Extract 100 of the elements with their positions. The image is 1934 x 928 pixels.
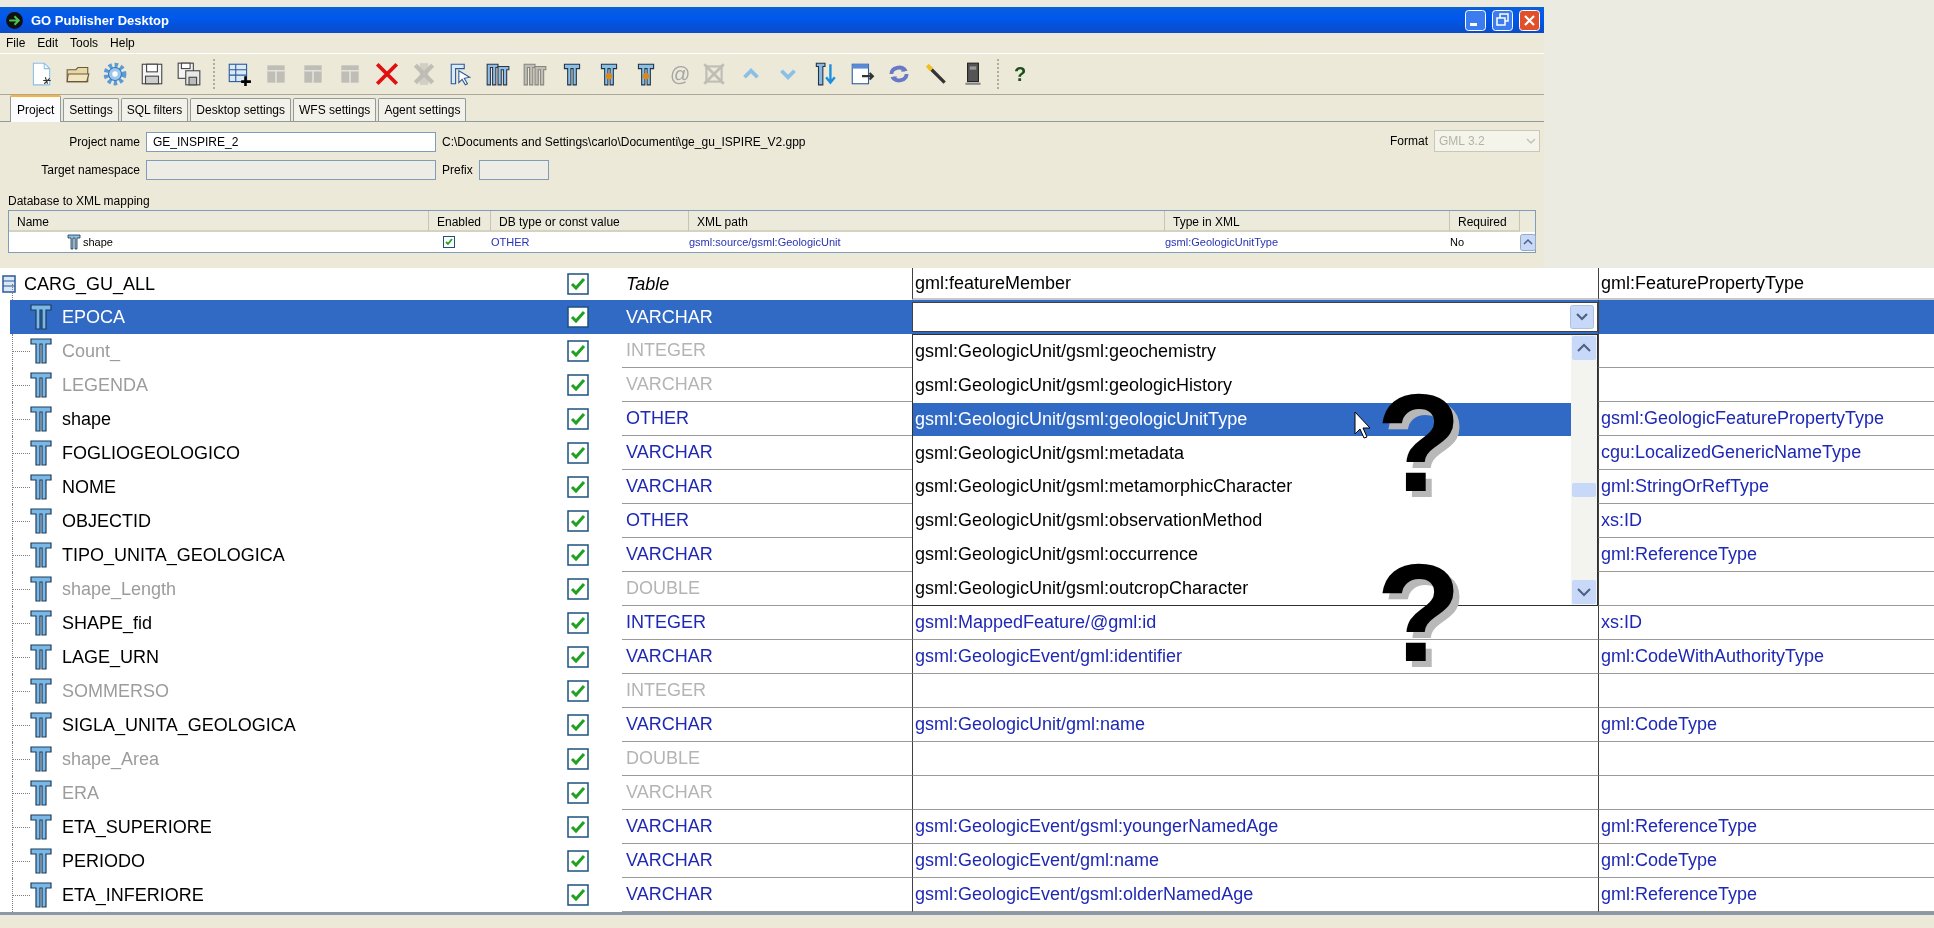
column-icon [30, 814, 52, 840]
checkbox[interactable] [566, 714, 589, 736]
table-cell: shape [83, 236, 113, 248]
mouse-pointer-icon [1354, 411, 1372, 439]
checkbox[interactable] [566, 408, 589, 430]
table-cell-text: gsml:GeologicUnitType [1165, 236, 1280, 248]
checkbox[interactable] [566, 273, 589, 295]
column-icon [30, 848, 52, 874]
tree-item[interactable]: EPOCA [62, 306, 126, 328]
export-icon[interactable] [849, 61, 875, 87]
tree-item[interactable]: SHAPE_fid [62, 612, 153, 634]
table-row[interactable]: SIGLA_UNITA_GEOLOGICA VARCHAR gsml:GeologicUnit/gml:name gml:CodeType [0, 708, 1934, 742]
checkbox[interactable] [566, 476, 589, 498]
column-header[interactable]: Enabled [429, 211, 491, 232]
tree-item[interactable]: OBJECTID [62, 510, 151, 532]
column-icon [30, 712, 52, 738]
tree-item[interactable]: TIPO_UNITA_GEOLOGICA [62, 544, 285, 566]
tab[interactable]: Desktop settings [190, 98, 291, 121]
table-cell: gml:CodeType [1598, 844, 1934, 878]
column-icon [30, 576, 52, 602]
tree-item[interactable]: ETA_SUPERIORE [62, 816, 212, 838]
column-icon [30, 610, 52, 636]
gear-icon[interactable] [102, 61, 128, 87]
column-header[interactable]: Type in XML [1165, 211, 1450, 232]
table-cell: VARCHAR [622, 844, 912, 878]
wand-icon[interactable] [923, 61, 949, 87]
column-icon [30, 406, 52, 432]
close-button[interactable] [1519, 9, 1540, 31]
file-path: C:\Documents and Settings\carlo\Documenti\ge_gu_ISPIRE_V2.gpp [442, 135, 806, 149]
prefix-field[interactable] [478, 160, 549, 180]
table-cell-text: No [1450, 236, 1466, 248]
columns-icon[interactable] [485, 61, 511, 87]
table-row[interactable]: ETA_SUPERIORE VARCHAR gsml:GeologicEvent/gsml:youngerNamedAge gml:ReferenceType [0, 810, 1934, 844]
table-cell: gml:StringOrRefType [1598, 470, 1934, 504]
column-header[interactable]: DB type or const value [491, 211, 689, 232]
tree-item[interactable]: NOME [62, 476, 116, 498]
table-cell: DOUBLE [622, 742, 912, 776]
tree-item[interactable]: SIGLA_UNITA_GEOLOGICA [62, 714, 296, 736]
checkbox[interactable] [566, 646, 589, 668]
column-header[interactable]: XML path [689, 211, 1165, 232]
dropdown-option[interactable]: gsml:GeologicUnit/gsml:observationMethod [913, 503, 1571, 538]
menu-item[interactable]: Edit [37, 36, 59, 50]
xml-path-dropdown[interactable] [912, 302, 1598, 332]
checkbox[interactable] [566, 544, 589, 566]
menu-item[interactable]: Help [110, 36, 135, 50]
table-cell: gsml:GeologicUnit/gml:name [912, 708, 1598, 742]
column-icon [67, 234, 81, 250]
table-cell-text: Table [625, 272, 671, 296]
scrollbar[interactable] [1571, 335, 1597, 605]
project-name-field[interactable]: GE_INSPIRE_2 [146, 132, 436, 152]
checkbox[interactable] [566, 612, 589, 634]
table-cell: gsml:GeologicEvent/gml:name [912, 844, 1598, 878]
checkbox[interactable] [566, 850, 589, 872]
help-button[interactable]: ? [1010, 62, 1030, 86]
tree-item[interactable]: CARG_GU_ALL [24, 273, 156, 295]
tab[interactable]: WFS settings [293, 98, 377, 121]
column-header[interactable]: Name [9, 211, 429, 232]
table-plus-icon[interactable] [226, 61, 252, 87]
tree-item[interactable]: ETA_INFERIORE [62, 884, 204, 906]
scroll-up-button[interactable] [1520, 233, 1536, 251]
restore-button[interactable] [1492, 9, 1513, 31]
tree-item[interactable]: LAGE_URN [62, 646, 160, 668]
delete-icon[interactable] [374, 61, 400, 87]
checkbox[interactable] [566, 884, 589, 906]
checkbox[interactable] [566, 442, 589, 464]
table-cell: gsml:GeologicFeaturePropertyType [1598, 402, 1934, 436]
table-cell: VARCHAR [622, 640, 912, 674]
column-icon [30, 678, 52, 704]
tab[interactable]: Project [10, 95, 62, 122]
checkbox[interactable] [443, 236, 455, 248]
table-row[interactable]: EPOCA VARCHAR [10, 300, 1934, 334]
app-logo-icon [4, 9, 25, 31]
field-label: Prefix [442, 163, 473, 177]
column-icon [30, 338, 52, 364]
checkbox[interactable] [566, 306, 589, 328]
table-cell: INTEGER [622, 606, 912, 640]
tab[interactable]: SQL filters [120, 98, 189, 121]
dropdown-option[interactable]: gsml:GeologicUnit/gsml:geochemistry [913, 335, 1571, 369]
floppy-disks-icon[interactable] [176, 61, 202, 87]
column-icon [30, 746, 52, 772]
tab[interactable]: Agent settings [378, 98, 467, 121]
section-title: Database to XML mapping [8, 194, 151, 210]
cursor-icon[interactable] [448, 61, 474, 87]
table-row[interactable]: PERIODO VARCHAR gsml:GeologicEvent/gml:name gml:CodeType [0, 844, 1934, 878]
field-label: Project name [68, 135, 140, 149]
tree-item[interactable]: PERIODO [62, 850, 145, 872]
tab[interactable]: Settings [63, 98, 119, 121]
column-icon [30, 780, 52, 806]
tree-item[interactable]: shape [62, 408, 112, 430]
checkbox[interactable] [566, 510, 589, 532]
menu-item[interactable]: File [6, 36, 26, 50]
table-cell: xs:ID [1598, 504, 1934, 538]
minimize-button[interactable] [1465, 9, 1486, 31]
menu-item[interactable]: Tools [70, 36, 99, 50]
tree-item[interactable]: FOGLIOGEOLOGICO [62, 442, 241, 464]
namespace-field[interactable] [146, 160, 436, 180]
checkbox[interactable] [566, 816, 589, 838]
table-cell: gml:ReferenceType [1598, 538, 1934, 572]
table-cell: gml:CodeWithAuthorityType [1598, 640, 1934, 674]
column-header[interactable]: Required [1450, 211, 1520, 232]
